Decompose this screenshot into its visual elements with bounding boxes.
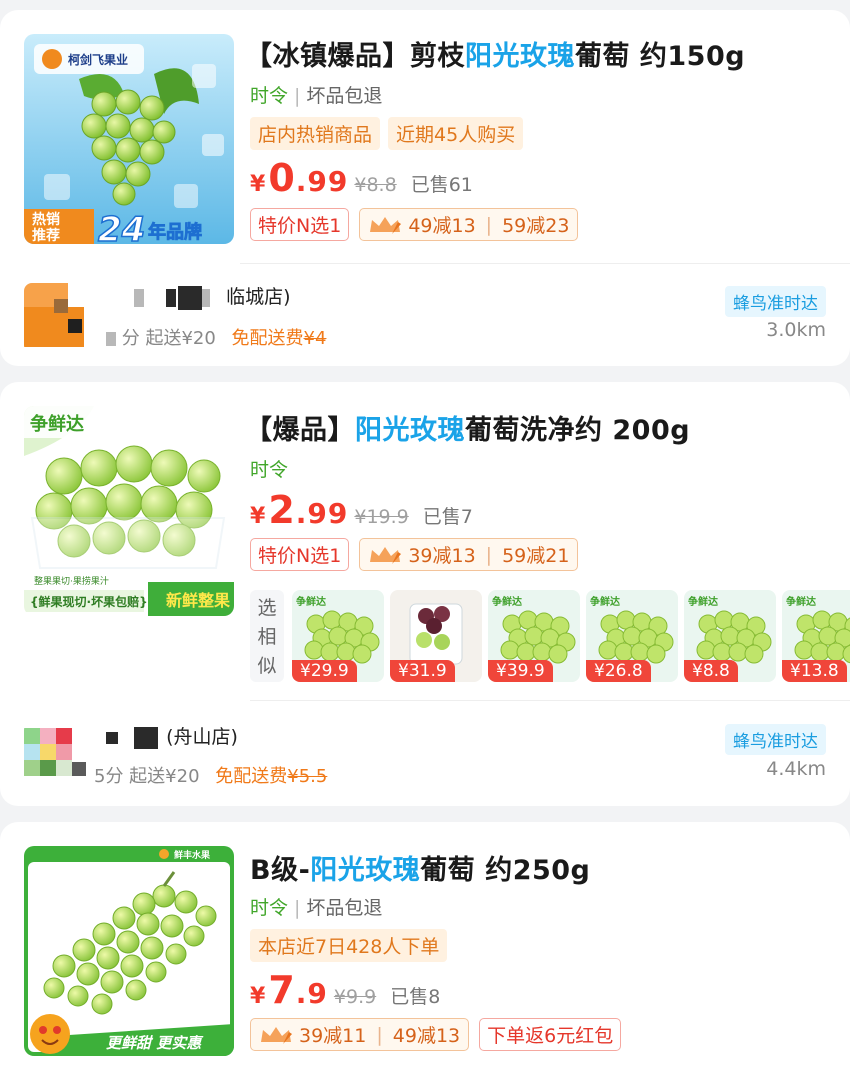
price-row: ¥ 0.99 ¥8.8 已售61: [250, 156, 473, 200]
product-title[interactable]: B级-阳光玫瑰葡萄 约250g: [250, 848, 590, 887]
store-delivery-info: 分 起送¥20 免配送费¥4: [106, 324, 326, 350]
product-title[interactable]: 【爆品】阳光玫瑰葡萄洗净约 200g: [245, 408, 690, 447]
season-label: 时令: [250, 85, 289, 107]
similar-product-price: ¥26.8: [586, 660, 651, 682]
crown-icon: [261, 1026, 292, 1044]
current-price: 7.9: [268, 968, 328, 1012]
product-image[interactable]: 鲜丰水果 更鲜甜 更实惠: [24, 846, 234, 1056]
product-image[interactable]: 争鲜达 整果果切·果捞果汁 {鲜果现切·坏果包赔} 新鲜整果: [24, 406, 234, 616]
svg-text:鲜丰水果: 鲜丰水果: [174, 849, 211, 861]
similar-product-item[interactable]: 争鲜达 ¥13.8: [782, 590, 850, 682]
similar-product-brand: 争鲜达: [688, 597, 718, 608]
store-name[interactable]: (舟山店): [106, 722, 238, 749]
season-label: 时令: [250, 459, 289, 481]
product-card[interactable]: 柯剑飞果业 热销 推荐 24 年品牌 【冰镇爆品】剪枝阳光玫瑰葡萄 约150g …: [0, 10, 850, 366]
svg-text:推荐: 推荐: [32, 227, 60, 244]
delivery-badge: 蜂鸟准时达: [725, 724, 826, 755]
promo-badge[interactable]: 特价N选1: [250, 538, 350, 571]
store-delivery-info: 5分 起送¥20 免配送费¥5.5: [94, 766, 328, 787]
original-price: ¥19.9: [354, 506, 409, 528]
similar-product-item[interactable]: 争鲜达 ¥26.8: [586, 590, 678, 682]
product-card[interactable]: 争鲜达 整果果切·果捞果汁 {鲜果现切·坏果包赔} 新鲜整果 【爆品】阳光玫瑰葡…: [0, 382, 850, 806]
sold-count: 已售8: [390, 986, 441, 1008]
promo-row: 39减11 | 49减13 下单返6元红包: [250, 1018, 622, 1051]
product-image[interactable]: 柯剑飞果业 热销 推荐 24 年品牌: [24, 34, 234, 244]
delivery-badge: 蜂鸟准时达: [725, 286, 826, 317]
similar-product-brand: 争鲜达: [590, 597, 620, 608]
sold-count: 已售7: [422, 506, 473, 528]
svg-text:24: 24: [98, 210, 145, 244]
promo-badge[interactable]: 特价N选1: [250, 208, 350, 241]
product-meta: 时令: [250, 455, 288, 482]
crown-icon: [370, 546, 402, 564]
hot-tag: 店内热销商品: [250, 117, 381, 150]
price-row: ¥ 7.9 ¥9.9 已售8: [250, 968, 441, 1012]
similar-product-item[interactable]: 争鲜达 ¥29.9: [292, 590, 384, 682]
similar-product-price: ¥29.9: [292, 660, 357, 682]
season-label: 时令: [250, 897, 289, 919]
grape-bunch-ice-image: 柯剑飞果业 热销 推荐 24 年品牌: [24, 34, 234, 244]
similar-product-price: ¥31.9: [390, 660, 455, 682]
product-title[interactable]: 【冰镇爆品】剪枝阳光玫瑰葡萄 约150g: [245, 34, 745, 73]
crown-icon: [370, 216, 402, 234]
guarantee-label: 坏品包退: [306, 897, 383, 919]
similar-product-brand: 争鲜达: [786, 597, 816, 608]
product-card[interactable]: 鲜丰水果 更鲜甜 更实惠 B级-阳光玫瑰葡萄 约250g 时令 | 坏品包退 本店近…: [0, 822, 850, 1066]
similar-products-label[interactable]: 选相似: [250, 590, 284, 682]
similar-product-price: ¥13.8: [782, 660, 847, 682]
store-distance: 3.0km: [766, 319, 826, 341]
svg-text:整果果切·果捞果汁: 整果果切·果捞果汁: [34, 575, 109, 587]
current-price: 2.99: [268, 488, 349, 532]
store-avatar[interactable]: [24, 283, 94, 353]
similar-product-price: ¥39.9: [488, 660, 553, 682]
svg-text:更鲜甜 更实惠: 更鲜甜 更实惠: [106, 1034, 204, 1052]
price-row: ¥ 2.99 ¥19.9 已售7: [250, 488, 473, 532]
similar-product-item[interactable]: 争鲜达 ¥8.8: [684, 590, 776, 682]
product-meta: 时令 | 坏品包退: [250, 897, 383, 919]
similar-product-brand: 争鲜达: [296, 597, 326, 608]
discount-badge[interactable]: 49减13 | 59减23: [359, 208, 579, 241]
sold-count: 已售61: [410, 174, 473, 196]
store-distance: 4.4km: [766, 758, 826, 780]
similar-product-item[interactable]: ¥31.9: [390, 590, 482, 682]
original-price: ¥9.9: [333, 986, 377, 1008]
similar-product-brand: 争鲜达: [492, 597, 522, 608]
svg-text:柯剑飞果业: 柯剑飞果业: [68, 52, 128, 67]
store-avatar[interactable]: [24, 722, 94, 788]
svg-text:年品牌: 年品牌: [148, 221, 202, 243]
grape-bunch-image: 鲜丰水果 更鲜甜 更实惠: [24, 846, 234, 1056]
buyers-tag: 近期45人购买: [388, 117, 524, 150]
grape-box-image: 争鲜达 整果果切·果捞果汁 {鲜果现切·坏果包赔} 新鲜整果: [24, 406, 234, 616]
product-tags: 店内热销商品 近期45人购买: [250, 117, 524, 150]
current-price: 0.99: [268, 156, 349, 200]
red-packet-badge[interactable]: 下单返6元红包: [479, 1018, 622, 1051]
product-tags: 本店近7日428人下单: [250, 929, 448, 962]
orders-tag: 本店近7日428人下单: [250, 929, 448, 962]
store-logo-icon: [24, 283, 94, 353]
promo-row: 特价N选1 49减13 | 59减23: [250, 208, 579, 241]
store-name[interactable]: 临城店): [134, 282, 291, 310]
store-logo-icon: [24, 722, 94, 788]
similar-product-item[interactable]: 争鲜达 ¥39.9: [488, 590, 580, 682]
guarantee-label: 坏品包退: [306, 85, 383, 107]
similar-product-price: ¥8.8: [684, 660, 738, 682]
svg-text:争鲜达: 争鲜达: [30, 413, 84, 435]
original-price: ¥8.8: [354, 174, 397, 196]
discount-badge[interactable]: 39减13 | 59减21: [359, 538, 579, 571]
product-meta: 时令 | 坏品包退: [250, 85, 383, 107]
discount-badge[interactable]: 39减11 | 49减13: [250, 1018, 470, 1051]
svg-text:{鲜果现切·坏果包赔}: {鲜果现切·坏果包赔}: [30, 594, 148, 609]
svg-text:热销: 热销: [32, 211, 60, 228]
svg-text:新鲜整果: 新鲜整果: [166, 591, 230, 610]
promo-row: 特价N选1 39减13 | 59减21: [250, 538, 579, 571]
